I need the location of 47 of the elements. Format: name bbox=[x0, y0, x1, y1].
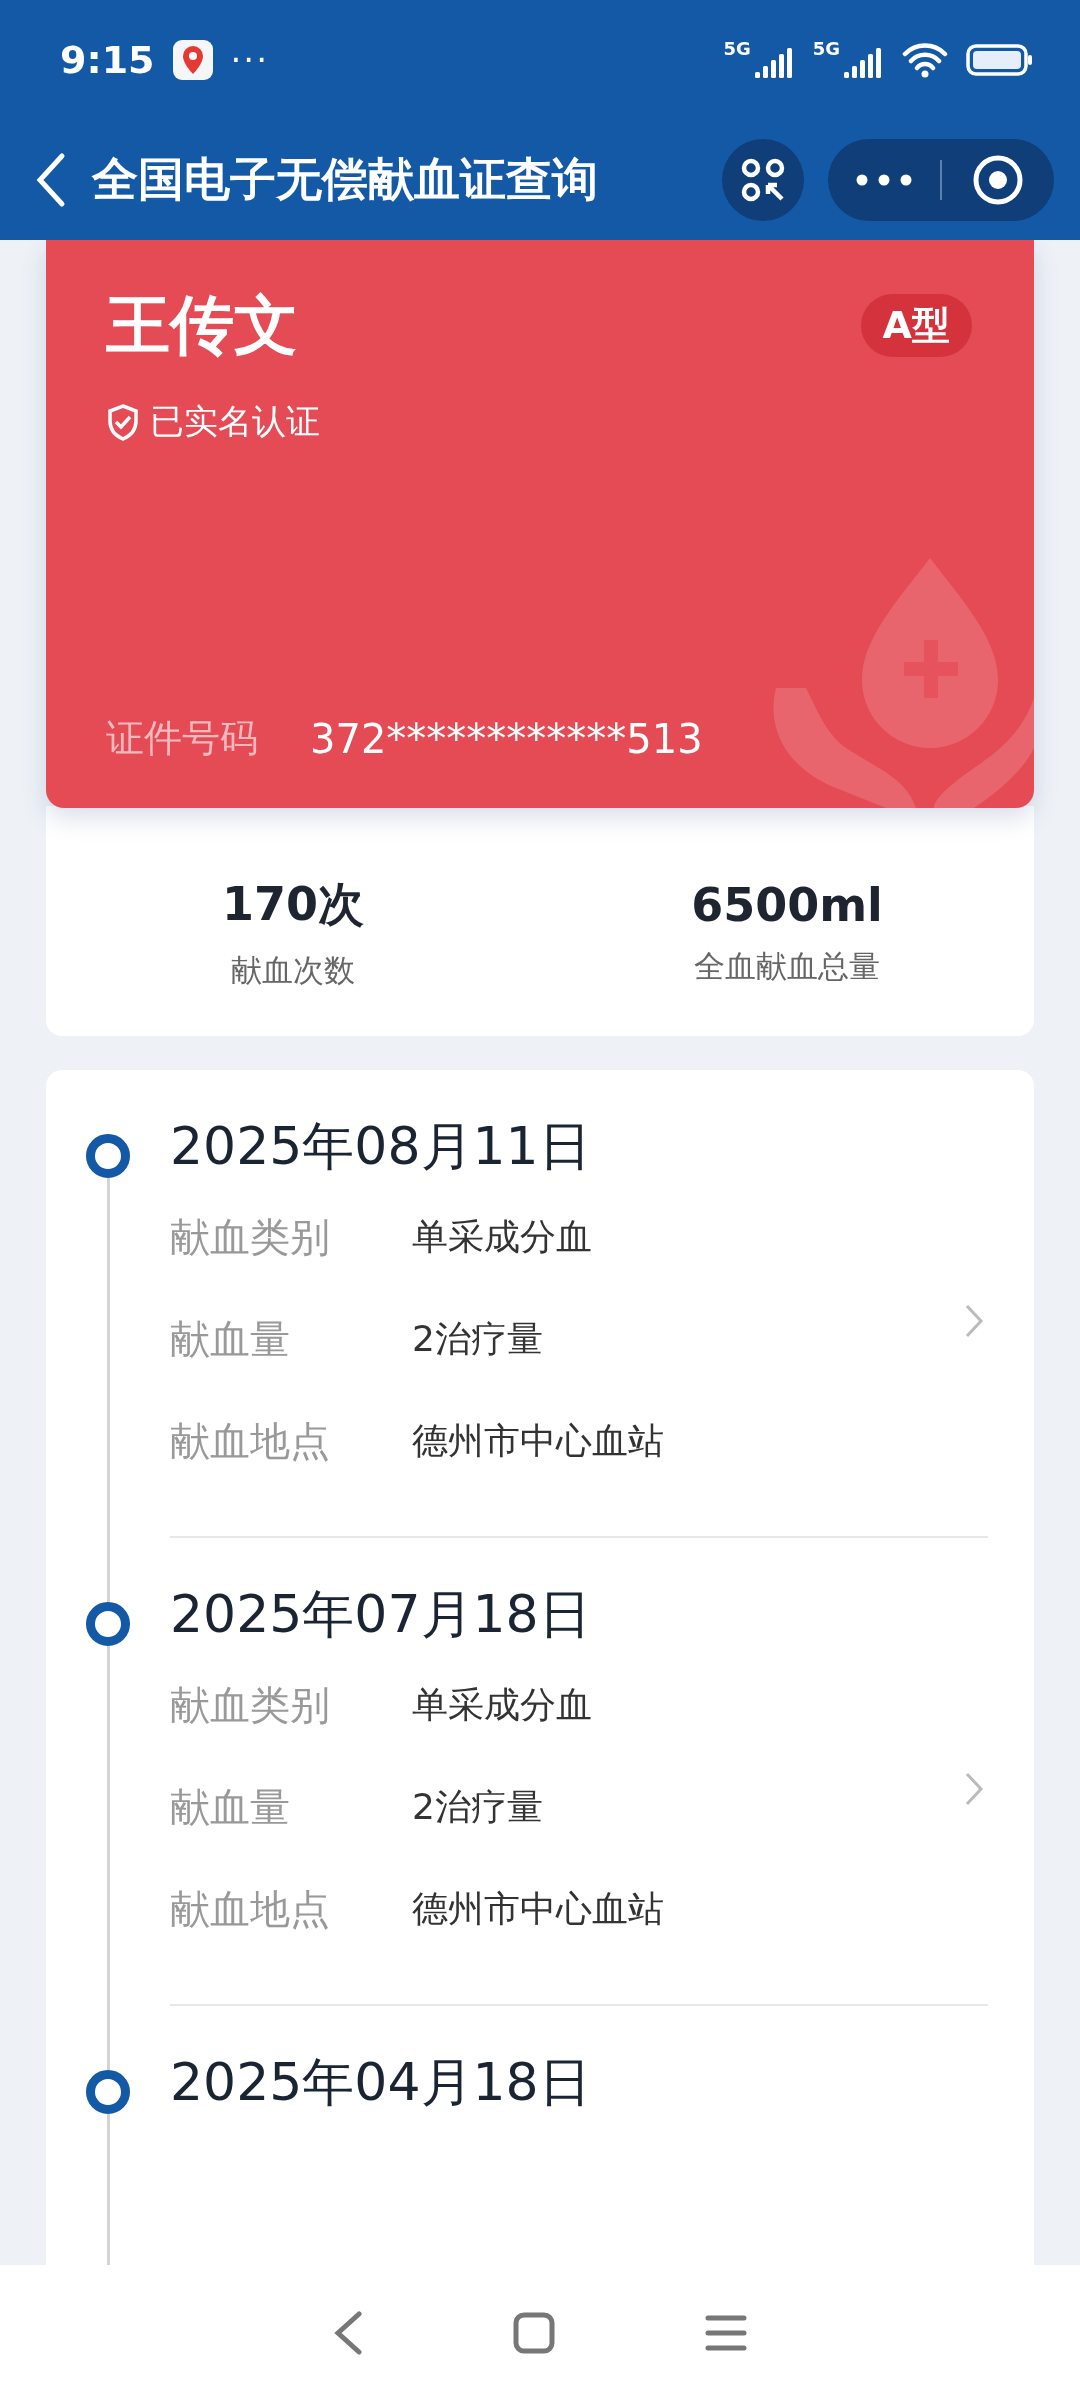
stat-value: 170次 bbox=[222, 876, 364, 933]
id-label: 证件号码 bbox=[106, 715, 258, 762]
record-item[interactable]: 2025年08月11日 献血类别 单采成分血 献血量 2治疗量 献血地点 德州市中心血站 bbox=[170, 1070, 988, 1538]
nav-back-button[interactable] bbox=[333, 2310, 363, 2355]
status-time: 9:15 bbox=[60, 38, 155, 82]
field-value: 单采成分血 bbox=[412, 1214, 592, 1259]
notification-dots: ··· bbox=[230, 40, 269, 80]
chevron-right-icon bbox=[964, 1771, 984, 1807]
chevron-right-icon bbox=[964, 1303, 984, 1339]
record-item[interactable]: 2025年07月18日 献血类别 单采成分血 献血量 2治疗量 献血地点 德州市中心血站 bbox=[170, 1538, 988, 2006]
field-value: 单采成分血 bbox=[412, 1682, 592, 1727]
record-date: 2025年04月18日 bbox=[170, 2051, 592, 2114]
id-number: 372************513 bbox=[310, 715, 703, 762]
field-value: 2治疗量 bbox=[412, 1784, 543, 1829]
field-label: 献血量 bbox=[170, 1782, 291, 1832]
wifi-icon bbox=[902, 42, 948, 78]
verified-label: 已实名认证 bbox=[150, 400, 320, 443]
field-value: 德州市中心血站 bbox=[412, 1418, 664, 1463]
field-label: 献血类别 bbox=[170, 1212, 331, 1262]
record-date: 2025年08月11日 bbox=[170, 1115, 592, 1178]
timeline-dot bbox=[86, 1134, 130, 1178]
network-label: 5G bbox=[812, 38, 840, 59]
timeline-dot bbox=[86, 2070, 130, 2114]
shield-check-icon bbox=[106, 403, 140, 441]
blood-type-badge: A型 bbox=[860, 294, 972, 357]
nav-menu-button[interactable] bbox=[705, 2313, 747, 2352]
scan-icon bbox=[740, 157, 786, 203]
donor-name: 王传文 bbox=[106, 287, 298, 364]
stat-label: 全血献血总量 bbox=[694, 947, 880, 986]
record-item[interactable]: 2025年04月18日 bbox=[170, 2006, 988, 2265]
more-icon bbox=[856, 174, 912, 186]
field-label: 献血类别 bbox=[170, 1680, 331, 1730]
page-title: 全国电子无偿献血证查询 bbox=[92, 151, 599, 208]
target-icon bbox=[972, 154, 1024, 206]
field-value: 德州市中心血站 bbox=[412, 1886, 664, 1931]
field-label: 献血地点 bbox=[170, 1884, 331, 1934]
field-label: 献血地点 bbox=[170, 1416, 331, 1466]
battery-icon bbox=[966, 43, 1034, 77]
nav-home-button[interactable] bbox=[513, 2311, 555, 2354]
field-value: 2治疗量 bbox=[412, 1316, 543, 1361]
timeline-dot bbox=[86, 1602, 130, 1646]
network-label: 5G bbox=[723, 38, 751, 59]
stat-value: 6500ml bbox=[691, 878, 883, 932]
map-app-icon bbox=[172, 40, 213, 80]
stat-label: 献血次数 bbox=[231, 951, 355, 990]
field-label: 献血量 bbox=[170, 1314, 291, 1364]
record-date: 2025年07月18日 bbox=[170, 1583, 592, 1646]
